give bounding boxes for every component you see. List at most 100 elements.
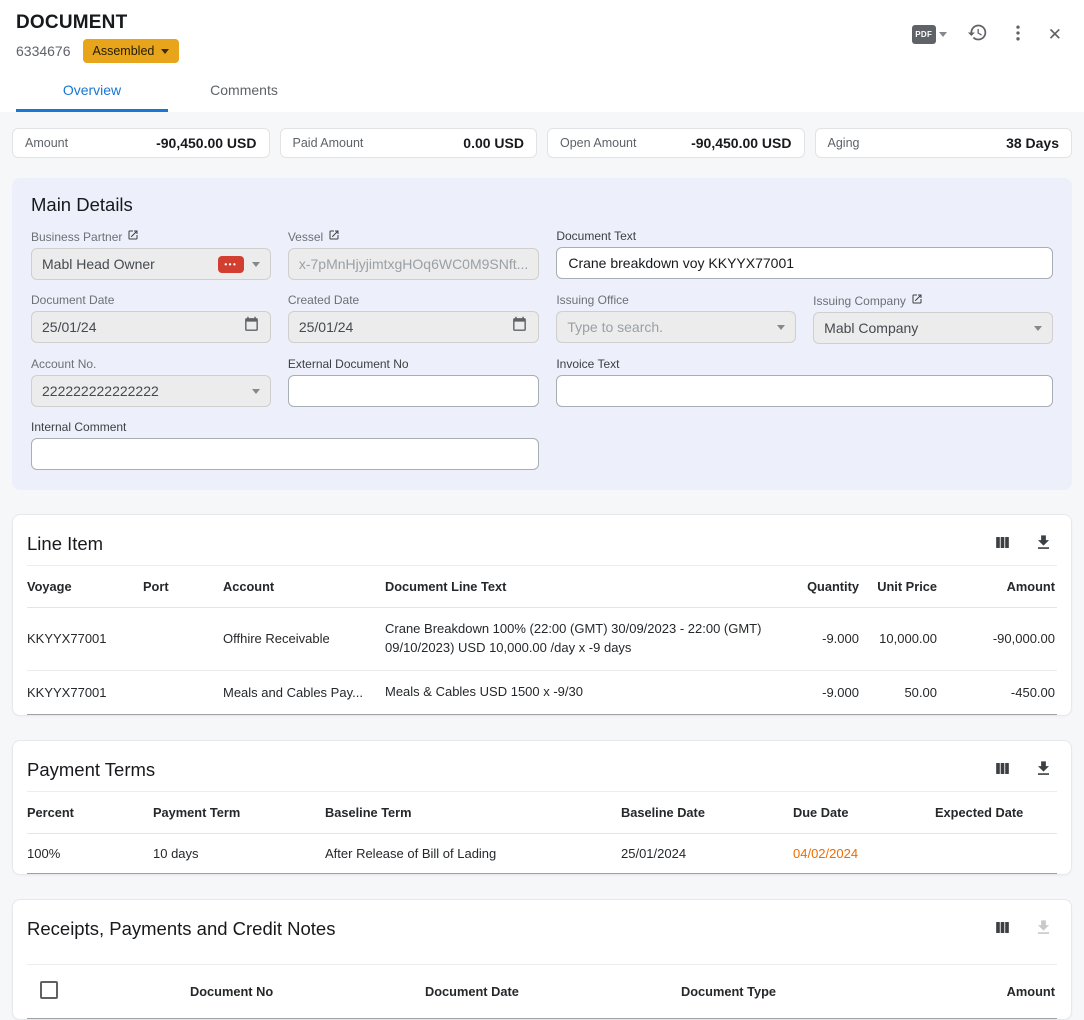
column-header-quantity[interactable]: Quantity [779,566,867,608]
column-header-document-date[interactable]: Document Date [417,964,673,1018]
vessel-label: Vessel [288,229,540,244]
cell-port [135,608,215,671]
column-header-document-no[interactable]: Document No [182,964,417,1018]
cell-quantity: -9.000 [779,608,867,671]
column-header-document-type[interactable]: Document Type [673,964,937,1018]
document-date-field: Document Date 25/01/24 [31,293,271,344]
status-badge[interactable]: Assembled [83,39,180,63]
summary-label: Open Amount [560,136,636,150]
column-header-due-date[interactable]: Due Date [785,791,927,833]
table-row[interactable]: KKYYX77001 Offhire Receivable Crane Brea… [27,608,1057,671]
document-date-input[interactable]: 25/01/24 [31,311,271,343]
account-no-field: Account No. 222222222222222 [31,357,271,407]
account-no-select[interactable]: 222222222222222 [31,375,271,407]
table-header-row: Voyage Port Account Document Line Text Q… [27,566,1057,608]
close-icon: ✕ [1048,26,1062,43]
created-date-input[interactable]: 25/01/24 [288,311,540,343]
table-header-row: Percent Payment Term Baseline Term Basel… [27,791,1057,833]
cell-account: Offhire Receivable [215,608,377,671]
column-header-payment-term[interactable]: Payment Term [145,791,317,833]
document-date-label: Document Date [31,293,271,307]
column-header-expected-date[interactable]: Expected Date [927,791,1057,833]
field-label: Document Date [31,293,114,307]
issuing-company-select[interactable]: Mabl Company [813,312,1053,344]
summary-card-amount: Amount -90,450.00 USD [12,128,270,158]
pdf-button[interactable]: PDF [906,19,953,50]
cell-voyage: KKYYX77001 [27,608,135,671]
summary-card-open-amount: Open Amount -90,450.00 USD [547,128,805,158]
column-header-port[interactable]: Port [135,566,215,608]
column-header-amount[interactable]: Amount [937,964,1057,1018]
column-chooser-button[interactable] [993,918,1012,940]
page-title: DOCUMENT [16,12,179,34]
receipts-section: Receipts, Payments and Credit Notes [12,899,1072,1020]
main-details-section: Main Details Business Partner Mabl Head … [12,178,1072,490]
summary-value: 0.00 USD [463,135,524,151]
history-button[interactable] [961,16,994,52]
column-chooser-button[interactable] [993,759,1012,781]
more-menu-button[interactable] [1002,17,1034,52]
chevron-down-icon [161,49,169,54]
external-document-no-field: External Document No [288,357,540,407]
column-header-unit-price[interactable]: Unit Price [867,566,945,608]
internal-comment-input[interactable] [31,438,539,470]
column-header-percent[interactable]: Percent [27,791,145,833]
external-link-icon[interactable] [911,293,923,308]
select-all-checkbox-cell [27,964,182,1018]
select-all-checkbox[interactable] [40,981,58,999]
main-details-title: Main Details [31,194,1053,216]
table-header-row: Document No Document Date Document Type … [27,964,1057,1018]
issuing-office-select[interactable]: Type to search. [556,311,796,343]
field-label: Issuing Company [813,294,906,308]
summary-label: Aging [828,136,860,150]
column-header-account[interactable]: Account [215,566,377,608]
cell-document-line-text: Meals & Cables USD 1500 x -9/30 [377,670,779,714]
column-header-voyage[interactable]: Voyage [27,566,135,608]
field-label: Created Date [288,293,359,307]
line-item-title: Line Item [27,533,103,555]
summary-cards: Amount -90,450.00 USD Paid Amount 0.00 U… [12,128,1072,158]
issuing-office-field: Issuing Office Type to search. [556,293,796,344]
summary-value: -90,450.00 USD [156,135,256,151]
field-label: Invoice Text [556,357,619,371]
document-text-input[interactable] [556,247,1053,279]
cell-amount: -90,000.00 [945,608,1057,671]
calendar-icon[interactable] [243,316,260,338]
calendar-icon[interactable] [511,316,528,338]
business-partner-field: Business Partner Mabl Head Owner ••• [31,229,271,280]
field-label: Business Partner [31,230,122,244]
cell-unit-price: 50.00 [867,670,945,714]
invoice-text-input[interactable] [556,375,1053,407]
cell-unit-price: 10,000.00 [867,608,945,671]
download-icon [1034,533,1053,555]
field-label: Document Text [556,229,636,243]
page-header: DOCUMENT 6334676 Assembled PDF [0,0,1084,112]
internal-comment-label: Internal Comment [31,420,539,434]
issuing-company-value: Mabl Company [824,320,1026,336]
download-button[interactable] [1034,759,1053,781]
chevron-down-icon [252,389,260,394]
summary-card-paid-amount: Paid Amount 0.00 USD [280,128,538,158]
account-no-label: Account No. [31,357,271,371]
business-partner-value: Mabl Head Owner [42,256,210,272]
business-partner-select[interactable]: Mabl Head Owner ••• [31,248,271,280]
table-row[interactable]: 100% 10 days After Release of Bill of La… [27,833,1057,873]
column-header-amount[interactable]: Amount [945,566,1057,608]
internal-comment-field: Internal Comment [31,420,539,470]
field-label: Account No. [31,357,96,371]
pdf-icon: PDF [912,25,936,44]
document-text-label: Document Text [556,229,1053,243]
external-link-icon[interactable] [127,229,139,244]
partner-chip-icon[interactable]: ••• [218,256,244,273]
column-chooser-button[interactable] [993,533,1012,555]
column-header-document-line-text[interactable]: Document Line Text [377,566,779,608]
close-button[interactable]: ✕ [1042,20,1068,49]
external-document-no-input[interactable] [288,375,540,407]
table-row[interactable]: KKYYX77001 Meals and Cables Pay... Meals… [27,670,1057,714]
external-link-icon[interactable] [328,229,340,244]
column-header-baseline-term[interactable]: Baseline Term [317,791,613,833]
tab-overview[interactable]: Overview [16,69,168,112]
column-header-baseline-date[interactable]: Baseline Date [613,791,785,833]
download-button[interactable] [1034,533,1053,555]
tab-comments[interactable]: Comments [168,69,320,112]
